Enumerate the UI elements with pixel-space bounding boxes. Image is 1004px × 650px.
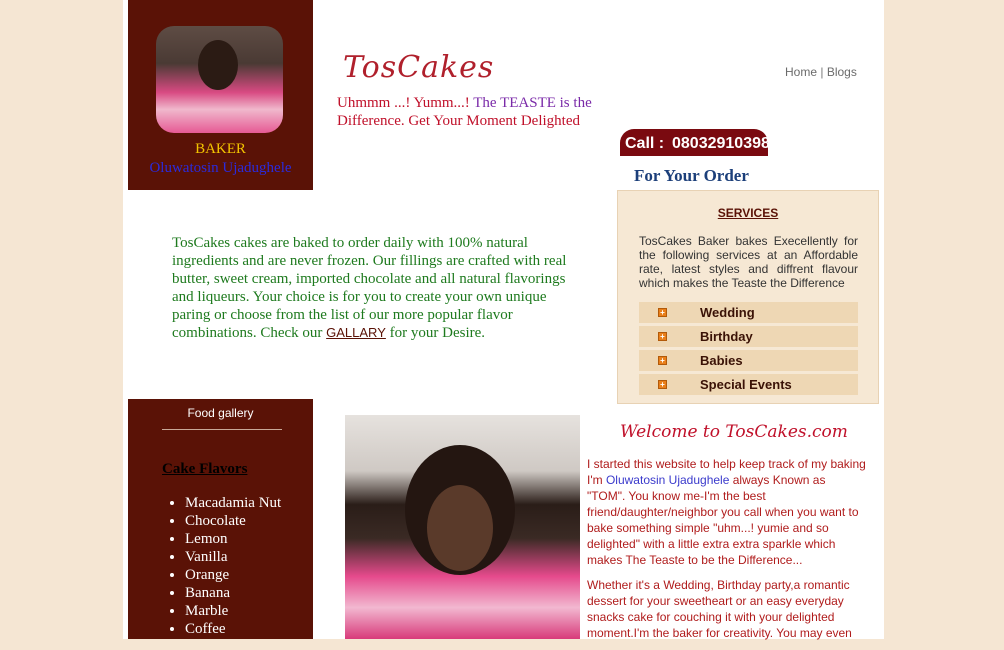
service-label: Wedding: [700, 305, 755, 320]
call-banner[interactable]: Call : 08032910398: [620, 129, 770, 156]
nav-separator: |: [820, 65, 824, 79]
tagline: Uhmmm ...! Yumm...! The TEASTE is the Di…: [337, 94, 617, 130]
plus-bullet-icon: +: [658, 356, 667, 365]
food-gallery-sidebar: Food gallery Cake Flavors Macadamia Nut …: [128, 399, 313, 639]
service-item-special-events[interactable]: + Special Events: [639, 374, 858, 395]
services-heading[interactable]: SERVICES: [618, 206, 878, 220]
services-panel: SERVICES TosCakes Baker bakes Execellent…: [617, 190, 879, 404]
call-label: Call :: [625, 135, 665, 152]
story-paragraph-2: Whether it's a Wedding, Birthday party,a…: [587, 578, 852, 640]
list-item: Orange: [185, 566, 281, 584]
service-item-wedding[interactable]: + Wedding: [639, 302, 858, 323]
order-heading: For Your Order: [634, 166, 749, 185]
call-number: 08032910398: [672, 135, 770, 152]
profile-name: Oluwatosin Ujadughele: [149, 160, 292, 176]
list-item: Vanilla: [185, 548, 281, 566]
plus-bullet-icon: +: [658, 308, 667, 317]
intro-paragraph: TosCakes cakes are baked to order daily …: [172, 234, 582, 342]
top-nav: Home | Blogs: [785, 65, 857, 79]
list-item: Lemon: [185, 530, 281, 548]
plus-bullet-icon: +: [658, 332, 667, 341]
avatar: [156, 26, 283, 133]
divider: [162, 429, 282, 430]
baker-profile-card: BAKER Oluwatosin Ujadughele: [128, 0, 313, 190]
list-item: Banana: [185, 584, 281, 602]
service-item-babies[interactable]: + Babies: [639, 350, 858, 371]
intro-suffix: for your Desire.: [385, 325, 486, 341]
nav-blogs-link[interactable]: Blogs: [827, 65, 857, 79]
plus-bullet-icon: +: [658, 380, 667, 389]
flavor-list: Macadamia Nut Chocolate Lemon Vanilla Or…: [173, 494, 281, 638]
tagline-part1: Uhmmm ...! Yumm...!: [337, 95, 474, 111]
welcome-story: I started this website to help keep trac…: [587, 456, 867, 650]
list-item: Chocolate: [185, 512, 281, 530]
welcome-heading: Welcome to TosCakes.com: [620, 422, 848, 442]
site-logo[interactable]: TosCakes: [343, 50, 494, 85]
list-item: Coffee: [185, 620, 281, 638]
cake-flavors-heading[interactable]: Cake Flavors: [162, 461, 247, 478]
tagline-part2: The TEASTE is the: [473, 95, 592, 111]
service-label: Special Events: [700, 377, 792, 392]
services-description: TosCakes Baker bakes Execellently for th…: [639, 234, 858, 290]
tagline-part3: Difference. Get Your Moment Delighted: [337, 113, 581, 129]
service-label: Birthday: [700, 329, 753, 344]
gallery-link[interactable]: GALLARY: [326, 325, 386, 340]
story-name: Oluwatosin Ujadughele: [605, 473, 730, 487]
list-item: Macadamia Nut: [185, 494, 281, 512]
nav-home-link[interactable]: Home: [785, 65, 817, 79]
food-gallery-title[interactable]: Food gallery: [128, 406, 313, 420]
service-item-birthday[interactable]: + Birthday: [639, 326, 858, 347]
service-label: Babies: [700, 353, 743, 368]
story-paragraph-1: I started this website to help keep trac…: [587, 457, 866, 567]
list-item: Marble: [185, 602, 281, 620]
baker-photo: [345, 415, 580, 639]
profile-title: BAKER: [195, 141, 246, 157]
